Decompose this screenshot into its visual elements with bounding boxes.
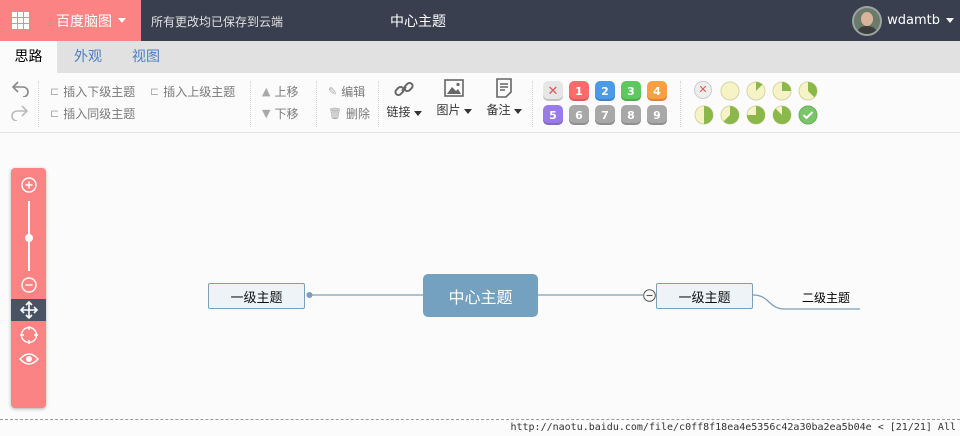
locate-center-button[interactable] [11,325,46,345]
connector-lines [306,292,860,310]
zoom-slider-handle[interactable] [25,234,33,242]
zoom-in-button[interactable] [11,175,46,195]
central-topic-node[interactable]: 中心主题 [423,274,538,317]
right-topic-node[interactable]: 一级主题 [656,283,753,309]
status-bar: http://naotu.baidu.com/file/c0ff8f18ea4e… [0,419,960,436]
status-text: http://naotu.baidu.com/file/c0ff8f18ea4e… [510,422,956,433]
zoom-out-icon [20,277,37,293]
zoom-panel [11,168,46,408]
navigator-toggle-button[interactable] [11,349,46,369]
move-icon [19,301,38,319]
sub-topic-node[interactable]: 二级主题 [802,289,850,306]
collapse-toggle-icon[interactable] [643,289,656,302]
drag-mode-button[interactable] [11,299,46,321]
zoom-in-icon [20,177,37,193]
target-icon [19,326,38,344]
eye-icon [18,353,39,365]
left-topic-node[interactable]: 一级主题 [208,283,305,309]
zoom-out-button[interactable] [11,275,46,295]
